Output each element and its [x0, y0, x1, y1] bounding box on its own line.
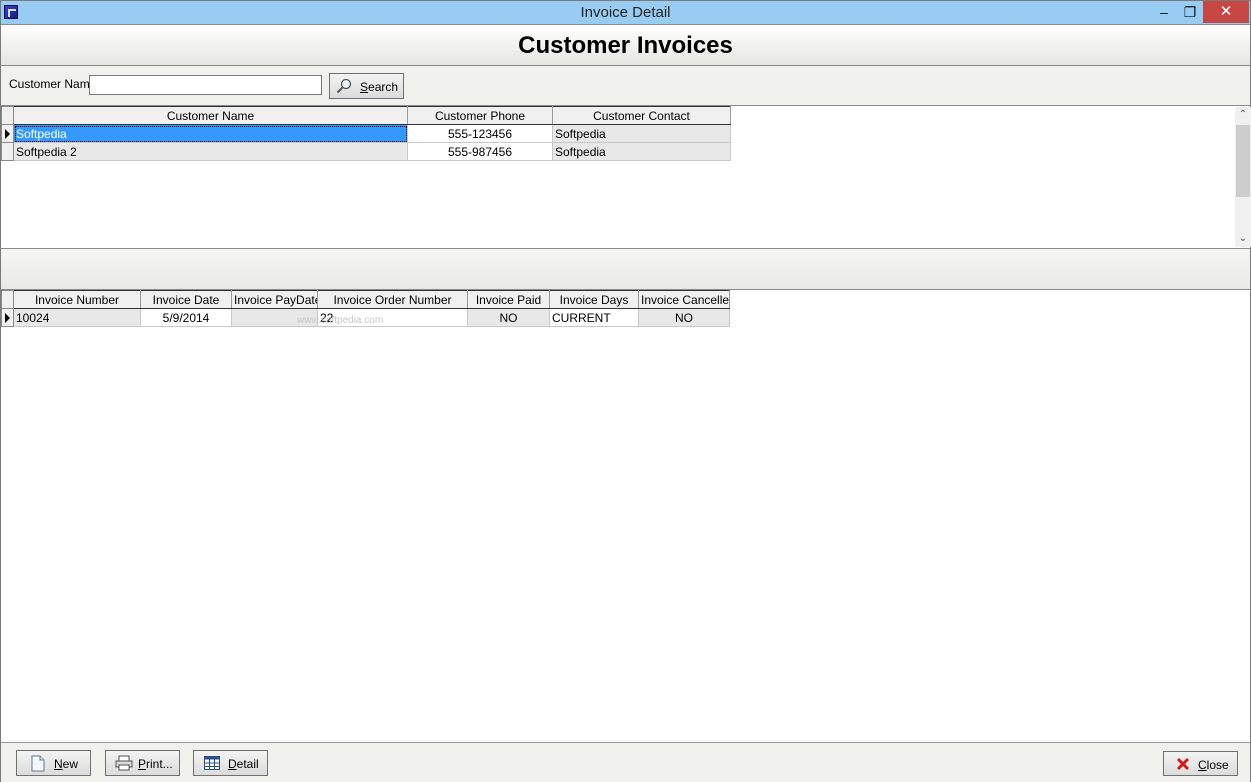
minimize-button[interactable]: –	[1151, 1, 1177, 23]
document-icon	[31, 755, 45, 772]
new-button[interactable]: New	[16, 750, 91, 776]
print-button[interactable]: Print...	[105, 750, 180, 776]
window-title: Invoice Detail	[580, 4, 671, 21]
invoice-section-band	[1, 248, 1250, 290]
customer-name-cell[interactable]: Softpedia	[13, 124, 408, 143]
customer-contact-cell[interactable]: Softpedia	[552, 124, 731, 143]
column-header-customer-name[interactable]: Customer Name	[13, 106, 408, 125]
customer-contact-cell[interactable]: Softpedia	[552, 142, 731, 161]
invoice-date-cell[interactable]: 5/9/2014	[140, 308, 232, 327]
window-close-button[interactable]: ✕	[1203, 1, 1249, 23]
customer-phone-cell[interactable]: 555-987456	[407, 142, 553, 161]
invoice-days-cell[interactable]: CURRENT	[549, 308, 639, 327]
customer-name-input[interactable]	[89, 75, 322, 95]
table-row[interactable]: Softpedia 2 555-987456 Softpedia	[1, 142, 731, 161]
row-header-corner	[1, 290, 14, 309]
printer-icon	[115, 755, 133, 771]
footer-toolbar: New Print... Detail Close	[1, 742, 1250, 782]
scrollbar-thumb[interactable]	[1236, 125, 1250, 197]
watermark-text: www.softpedia.com	[297, 315, 384, 326]
print-button-label: Print...	[138, 757, 173, 771]
close-button-label: Close	[1198, 758, 1229, 772]
invoice-paid-cell[interactable]: NO	[467, 308, 550, 327]
customers-vertical-scrollbar[interactable]: ⌃ ⌄	[1235, 107, 1251, 247]
customer-name-cell[interactable]: Softpedia 2	[13, 142, 408, 161]
title-bar: Invoice Detail – ❐ ✕	[1, 1, 1250, 24]
table-icon	[204, 756, 220, 770]
search-button[interactable]: Search	[329, 73, 404, 99]
table-row[interactable]: Softpedia 555-123456 Softpedia	[1, 124, 731, 143]
current-row-arrow-icon	[5, 129, 10, 139]
application-window: Invoice Detail – ❐ ✕ Customer Invoices C…	[0, 0, 1251, 782]
row-selector[interactable]	[1, 308, 14, 327]
column-header-invoice-cancelled[interactable]: Invoice Cancelled	[638, 290, 730, 309]
column-header-invoice-paid[interactable]: Invoice Paid	[467, 290, 550, 309]
customer-name-label: Customer Name	[9, 77, 97, 91]
magnifier-icon	[336, 78, 352, 94]
close-button[interactable]: Close	[1163, 751, 1238, 776]
customer-phone-cell[interactable]: 555-123456	[407, 124, 553, 143]
column-header-customer-contact[interactable]: Customer Contact	[552, 106, 731, 125]
current-row-arrow-icon	[5, 313, 10, 323]
scroll-down-icon[interactable]: ⌄	[1235, 231, 1251, 247]
detail-button[interactable]: Detail	[193, 750, 268, 776]
row-selector[interactable]	[1, 124, 14, 143]
column-header-invoice-order-number[interactable]: Invoice Order Number	[317, 290, 468, 309]
row-selector[interactable]	[1, 142, 14, 161]
column-header-customer-phone[interactable]: Customer Phone	[407, 106, 553, 125]
new-button-label: New	[54, 757, 79, 771]
header-band: Customer Invoices	[1, 24, 1250, 66]
column-header-invoice-days[interactable]: Invoice Days	[549, 290, 639, 309]
page-title: Customer Invoices	[518, 32, 733, 59]
row-header-corner	[1, 106, 14, 125]
invoice-number-cell[interactable]: 10024	[13, 308, 141, 327]
search-button-label: Search	[360, 80, 399, 94]
detail-button-label: Detail	[228, 757, 259, 771]
column-header-invoice-date[interactable]: Invoice Date	[140, 290, 232, 309]
scroll-up-icon[interactable]: ⌃	[1235, 107, 1251, 123]
column-header-invoice-paydate[interactable]: Invoice PayDate	[231, 290, 318, 309]
column-header-invoice-number[interactable]: Invoice Number	[13, 290, 141, 309]
search-bar: Customer Name Search	[1, 66, 1250, 106]
customers-grid: Customer Name Customer Phone Customer Co…	[1, 106, 731, 161]
restore-button[interactable]: ❐	[1177, 1, 1203, 23]
red-x-icon	[1176, 757, 1190, 771]
invoice-cancelled-cell[interactable]: NO	[638, 308, 730, 327]
